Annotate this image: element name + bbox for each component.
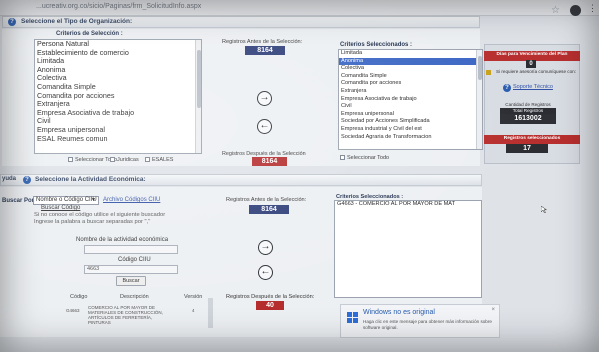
- org-selected-item[interactable]: Comandita por acciones: [339, 80, 482, 88]
- browser-menu-icon[interactable]: ⋮: [588, 4, 597, 13]
- before-selection-count: 8164: [245, 46, 285, 55]
- org-selected-item[interactable]: Limitada: [339, 50, 482, 58]
- windows-notice-title: Windows no es original: [363, 309, 435, 316]
- org-selected-item[interactable]: Extranjera: [339, 88, 482, 96]
- arrow-left-icon: ←: [259, 120, 270, 131]
- ciiu-codes-link[interactable]: Archivo Códigos CIIU: [103, 197, 160, 203]
- support-icon: ?: [503, 84, 511, 92]
- address-bar[interactable]: ...ucreativ.org.co/sicio/Paginas/frm_Sol…: [36, 3, 201, 10]
- org-section-header: Seleccione el Tipo de Organización:: [2, 16, 480, 28]
- remove-selection-button[interactable]: ←: [257, 119, 272, 134]
- windows-notice-message: Haga clic en este mensaje para obtener m…: [363, 319, 492, 330]
- org-criteria-item[interactable]: Empresa Asociativa de trabajo: [35, 108, 201, 118]
- activity-after-count: 40: [256, 301, 284, 310]
- org-selected-item[interactable]: Empresa industrial y Civil del est: [339, 126, 482, 134]
- row-version: 4: [192, 308, 195, 313]
- row-description: COMERCIO AL POR MAYOR DE MATERIALES DE C…: [88, 305, 163, 325]
- org-criteria-scrollbar[interactable]: [195, 40, 201, 153]
- juridicas-checkbox[interactable]: Juridicas: [110, 157, 139, 163]
- help-line-1: Si no conoce el código utilice el siguie…: [34, 212, 166, 218]
- activity-section-title: Seleccione la Actividad Económica:: [35, 176, 146, 183]
- org-criteria-list[interactable]: Persona Natural Establecimiento de comerc…: [34, 39, 202, 154]
- org-selected-item[interactable]: Sociedad por Acciones Simplificada: [339, 118, 482, 126]
- org-selected-item[interactable]: Colectiva: [339, 65, 482, 73]
- org-selected-item[interactable]: Empresa unipersonal: [339, 111, 482, 119]
- selected-records-label: Registros seleccionados: [484, 135, 580, 144]
- org-section-title: Seleccione el Tipo de Organización:: [21, 18, 133, 25]
- windows-activation-notice[interactable]: Windows no es original Haga clic en este…: [340, 304, 500, 338]
- after-selection-count: 8164: [252, 157, 287, 166]
- help-icon[interactable]: ?: [8, 18, 16, 26]
- select-all-right-label: Seleccionar Todo: [347, 155, 390, 161]
- help-line-2: Ingrese la palabra a buscar separadas po…: [34, 219, 151, 225]
- esales-checkbox[interactable]: ESALES: [145, 157, 173, 163]
- sidebar-toggle-icon[interactable]: [486, 70, 491, 75]
- arrow-left-icon: ←: [260, 266, 271, 277]
- selected-records-value: 17: [506, 144, 548, 153]
- juridicas-label: Juridicas: [117, 157, 139, 163]
- search-button[interactable]: Buscar: [116, 276, 146, 286]
- org-criteria-item[interactable]: ESAL Reumes comun: [35, 134, 201, 144]
- chevron-down-icon: ▼: [91, 197, 96, 203]
- browser-toolbar: ...ucreativ.org.co/sicio/Paginas/frm_Sol…: [0, 0, 599, 16]
- activity-before-count: 8164: [249, 205, 289, 214]
- total-records-label: Total Registros: [500, 108, 556, 114]
- org-selected-item[interactable]: Sociedad Agraria de Transformacion: [339, 134, 482, 142]
- close-icon[interactable]: ×: [491, 307, 495, 313]
- esales-label: ESALES: [152, 157, 174, 163]
- ciiu-code-value: 4663: [87, 266, 100, 272]
- search-code-label: Buscar Código: [41, 205, 81, 211]
- records-label: Cantidad de Registros: [505, 102, 551, 107]
- activity-name-input[interactable]: [84, 245, 178, 254]
- criteria-label: Criterios de Selección :: [56, 31, 123, 37]
- selected-criteria-label: Criterios Seleccionados :: [340, 42, 413, 48]
- help-text: Si requiere asesoría comuníquese con:: [496, 69, 576, 74]
- row-code: G4663: [66, 308, 80, 313]
- activity-after-label: Registros Después de la Selección:: [226, 294, 315, 300]
- activity-selected-list[interactable]: G4663 - COMERCIO AL POR MAYOR DE MAT: [334, 200, 482, 298]
- table-scrollbar[interactable]: [208, 298, 213, 328]
- extension-icon[interactable]: [570, 5, 581, 16]
- org-selected-scrollbar[interactable]: [476, 50, 482, 149]
- arrow-right-icon: →: [259, 92, 270, 103]
- col-version-header: Versión: [184, 294, 203, 300]
- select-all-right-checkbox[interactable]: Seleccionar Todo: [340, 155, 389, 161]
- ciiu-results-table: Código Descripción Versión G4663 COMERCI…: [60, 294, 220, 330]
- before-selection-label: Registros Antes de la Selección:: [222, 39, 303, 45]
- support-link[interactable]: Soporte Técnico: [513, 84, 553, 90]
- screen: ...ucreativ.org.co/sicio/Paginas/frm_Sol…: [0, 0, 599, 352]
- org-selected-item[interactable]: Civil: [339, 103, 482, 111]
- total-records-value: 1613002: [500, 114, 556, 124]
- activity-name-label: Nombre de la actividad económica: [76, 237, 169, 243]
- ciiu-code-input[interactable]: 4663: [84, 265, 178, 274]
- windows-logo-icon: [347, 312, 359, 324]
- bookmark-star-icon[interactable]: ☆: [551, 6, 560, 16]
- add-selection-button[interactable]: →: [257, 91, 272, 106]
- search-by-select[interactable]: Nombre o Código CIIU ▼: [33, 196, 99, 205]
- days-value: 0: [526, 60, 536, 68]
- activity-help-icon[interactable]: ?: [23, 176, 31, 184]
- arrow-right-icon: →: [260, 241, 271, 252]
- ciiu-code-label: Código CIIU: [118, 257, 151, 263]
- org-selected-item[interactable]: Empresa Asociativa de trabajo: [339, 96, 482, 104]
- help-menu-label[interactable]: yuda: [2, 176, 16, 182]
- search-by-value: Nombre o Código CIIU: [36, 197, 97, 203]
- col-description-header: Descripción: [120, 294, 149, 300]
- org-selected-item[interactable]: Comandita Simple: [339, 73, 482, 81]
- activity-remove-button[interactable]: ←: [258, 265, 273, 280]
- col-code-header: Código: [70, 294, 88, 300]
- org-selected-item[interactable]: Anonima: [339, 57, 482, 66]
- activity-add-button[interactable]: →: [258, 240, 273, 255]
- mouse-cursor-icon: [541, 206, 547, 213]
- activity-selected-item[interactable]: G4663 - COMERCIO AL POR MAYOR DE MAT: [335, 201, 481, 209]
- activity-before-label: Registros Antes de la Selección:: [226, 197, 307, 203]
- activity-section-header: Seleccione la Actividad Económica:: [0, 174, 482, 186]
- org-selected-list[interactable]: Limitada Anonima Colectiva Comandita Simple…: [338, 49, 483, 150]
